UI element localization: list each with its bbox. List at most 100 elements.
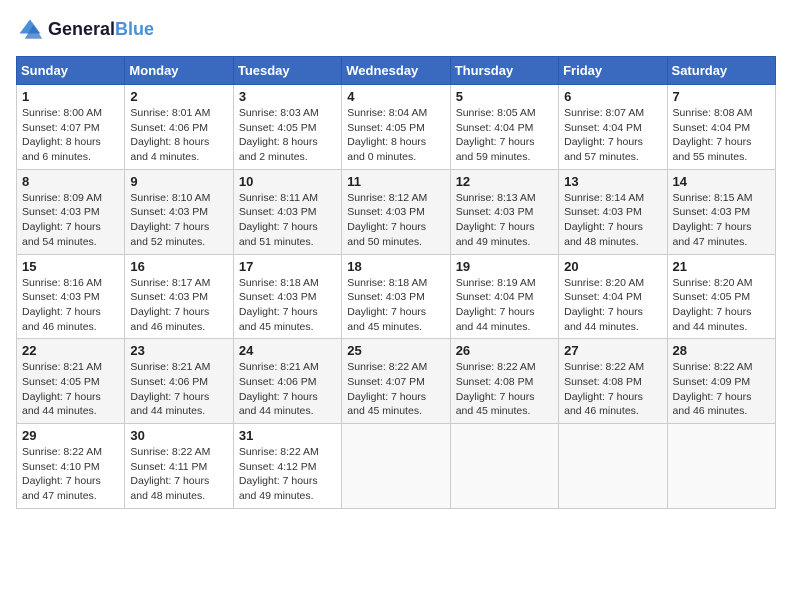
day-detail: Sunrise: 8:21 AM Sunset: 4:05 PM Dayligh… [22,360,119,419]
day-number: 20 [564,259,661,274]
day-number: 18 [347,259,444,274]
calendar-day-30: 30 Sunrise: 8:22 AM Sunset: 4:11 PM Dayl… [125,424,233,509]
calendar-day-17: 17 Sunrise: 8:18 AM Sunset: 4:03 PM Dayl… [233,254,341,339]
calendar-day-8: 8 Sunrise: 8:09 AM Sunset: 4:03 PM Dayli… [17,169,125,254]
calendar-week-3: 15 Sunrise: 8:16 AM Sunset: 4:03 PM Dayl… [17,254,776,339]
day-number: 8 [22,174,119,189]
day-number: 21 [673,259,770,274]
calendar-day-11: 11 Sunrise: 8:12 AM Sunset: 4:03 PM Dayl… [342,169,450,254]
day-number: 11 [347,174,444,189]
day-number: 2 [130,89,227,104]
calendar-day-10: 10 Sunrise: 8:11 AM Sunset: 4:03 PM Dayl… [233,169,341,254]
day-number: 15 [22,259,119,274]
calendar-day-1: 1 Sunrise: 8:00 AM Sunset: 4:07 PM Dayli… [17,85,125,170]
page-header: GeneralBlue [16,16,776,44]
weekday-thursday: Thursday [450,57,558,85]
day-detail: Sunrise: 8:22 AM Sunset: 4:08 PM Dayligh… [456,360,553,419]
calendar-day-9: 9 Sunrise: 8:10 AM Sunset: 4:03 PM Dayli… [125,169,233,254]
day-number: 25 [347,343,444,358]
day-number: 14 [673,174,770,189]
day-number: 24 [239,343,336,358]
day-detail: Sunrise: 8:03 AM Sunset: 4:05 PM Dayligh… [239,106,336,165]
day-detail: Sunrise: 8:22 AM Sunset: 4:07 PM Dayligh… [347,360,444,419]
day-number: 1 [22,89,119,104]
day-detail: Sunrise: 8:10 AM Sunset: 4:03 PM Dayligh… [130,191,227,250]
day-number: 30 [130,428,227,443]
calendar-day-27: 27 Sunrise: 8:22 AM Sunset: 4:08 PM Dayl… [559,339,667,424]
calendar-week-5: 29 Sunrise: 8:22 AM Sunset: 4:10 PM Dayl… [17,424,776,509]
day-number: 27 [564,343,661,358]
day-detail: Sunrise: 8:13 AM Sunset: 4:03 PM Dayligh… [456,191,553,250]
calendar-empty [342,424,450,509]
day-number: 19 [456,259,553,274]
calendar-empty [667,424,775,509]
calendar-week-4: 22 Sunrise: 8:21 AM Sunset: 4:05 PM Dayl… [17,339,776,424]
weekday-sunday: Sunday [17,57,125,85]
day-detail: Sunrise: 8:22 AM Sunset: 4:11 PM Dayligh… [130,445,227,504]
calendar-week-1: 1 Sunrise: 8:00 AM Sunset: 4:07 PM Dayli… [17,85,776,170]
day-number: 3 [239,89,336,104]
day-number: 7 [673,89,770,104]
day-detail: Sunrise: 8:09 AM Sunset: 4:03 PM Dayligh… [22,191,119,250]
day-detail: Sunrise: 8:20 AM Sunset: 4:04 PM Dayligh… [564,276,661,335]
calendar-day-12: 12 Sunrise: 8:13 AM Sunset: 4:03 PM Dayl… [450,169,558,254]
day-detail: Sunrise: 8:20 AM Sunset: 4:05 PM Dayligh… [673,276,770,335]
day-detail: Sunrise: 8:21 AM Sunset: 4:06 PM Dayligh… [239,360,336,419]
calendar-empty [559,424,667,509]
logo: GeneralBlue [16,16,154,44]
day-detail: Sunrise: 8:07 AM Sunset: 4:04 PM Dayligh… [564,106,661,165]
day-detail: Sunrise: 8:22 AM Sunset: 4:10 PM Dayligh… [22,445,119,504]
calendar-body: 1 Sunrise: 8:00 AM Sunset: 4:07 PM Dayli… [17,85,776,509]
calendar-day-16: 16 Sunrise: 8:17 AM Sunset: 4:03 PM Dayl… [125,254,233,339]
calendar-day-2: 2 Sunrise: 8:01 AM Sunset: 4:06 PM Dayli… [125,85,233,170]
calendar-header: SundayMondayTuesdayWednesdayThursdayFrid… [17,57,776,85]
day-detail: Sunrise: 8:08 AM Sunset: 4:04 PM Dayligh… [673,106,770,165]
weekday-wednesday: Wednesday [342,57,450,85]
day-detail: Sunrise: 8:22 AM Sunset: 4:12 PM Dayligh… [239,445,336,504]
calendar-day-4: 4 Sunrise: 8:04 AM Sunset: 4:05 PM Dayli… [342,85,450,170]
calendar-day-21: 21 Sunrise: 8:20 AM Sunset: 4:05 PM Dayl… [667,254,775,339]
day-number: 6 [564,89,661,104]
day-detail: Sunrise: 8:12 AM Sunset: 4:03 PM Dayligh… [347,191,444,250]
calendar-day-15: 15 Sunrise: 8:16 AM Sunset: 4:03 PM Dayl… [17,254,125,339]
day-detail: Sunrise: 8:22 AM Sunset: 4:08 PM Dayligh… [564,360,661,419]
day-number: 23 [130,343,227,358]
day-detail: Sunrise: 8:22 AM Sunset: 4:09 PM Dayligh… [673,360,770,419]
day-detail: Sunrise: 8:00 AM Sunset: 4:07 PM Dayligh… [22,106,119,165]
calendar-day-24: 24 Sunrise: 8:21 AM Sunset: 4:06 PM Dayl… [233,339,341,424]
calendar-day-22: 22 Sunrise: 8:21 AM Sunset: 4:05 PM Dayl… [17,339,125,424]
day-number: 17 [239,259,336,274]
logo-icon [16,16,44,44]
calendar-day-19: 19 Sunrise: 8:19 AM Sunset: 4:04 PM Dayl… [450,254,558,339]
day-detail: Sunrise: 8:16 AM Sunset: 4:03 PM Dayligh… [22,276,119,335]
calendar-day-6: 6 Sunrise: 8:07 AM Sunset: 4:04 PM Dayli… [559,85,667,170]
calendar-day-29: 29 Sunrise: 8:22 AM Sunset: 4:10 PM Dayl… [17,424,125,509]
day-number: 28 [673,343,770,358]
calendar-day-5: 5 Sunrise: 8:05 AM Sunset: 4:04 PM Dayli… [450,85,558,170]
day-number: 22 [22,343,119,358]
calendar-day-7: 7 Sunrise: 8:08 AM Sunset: 4:04 PM Dayli… [667,85,775,170]
weekday-saturday: Saturday [667,57,775,85]
calendar-day-14: 14 Sunrise: 8:15 AM Sunset: 4:03 PM Dayl… [667,169,775,254]
weekday-tuesday: Tuesday [233,57,341,85]
day-number: 31 [239,428,336,443]
day-number: 5 [456,89,553,104]
day-detail: Sunrise: 8:17 AM Sunset: 4:03 PM Dayligh… [130,276,227,335]
calendar-day-18: 18 Sunrise: 8:18 AM Sunset: 4:03 PM Dayl… [342,254,450,339]
calendar-table: SundayMondayTuesdayWednesdayThursdayFrid… [16,56,776,509]
day-number: 29 [22,428,119,443]
day-detail: Sunrise: 8:14 AM Sunset: 4:03 PM Dayligh… [564,191,661,250]
calendar-day-3: 3 Sunrise: 8:03 AM Sunset: 4:05 PM Dayli… [233,85,341,170]
day-number: 9 [130,174,227,189]
calendar-day-20: 20 Sunrise: 8:20 AM Sunset: 4:04 PM Dayl… [559,254,667,339]
day-detail: Sunrise: 8:18 AM Sunset: 4:03 PM Dayligh… [239,276,336,335]
day-detail: Sunrise: 8:18 AM Sunset: 4:03 PM Dayligh… [347,276,444,335]
day-detail: Sunrise: 8:05 AM Sunset: 4:04 PM Dayligh… [456,106,553,165]
day-number: 12 [456,174,553,189]
calendar-day-28: 28 Sunrise: 8:22 AM Sunset: 4:09 PM Dayl… [667,339,775,424]
day-detail: Sunrise: 8:11 AM Sunset: 4:03 PM Dayligh… [239,191,336,250]
day-number: 16 [130,259,227,274]
calendar-day-26: 26 Sunrise: 8:22 AM Sunset: 4:08 PM Dayl… [450,339,558,424]
calendar-day-31: 31 Sunrise: 8:22 AM Sunset: 4:12 PM Dayl… [233,424,341,509]
day-detail: Sunrise: 8:15 AM Sunset: 4:03 PM Dayligh… [673,191,770,250]
